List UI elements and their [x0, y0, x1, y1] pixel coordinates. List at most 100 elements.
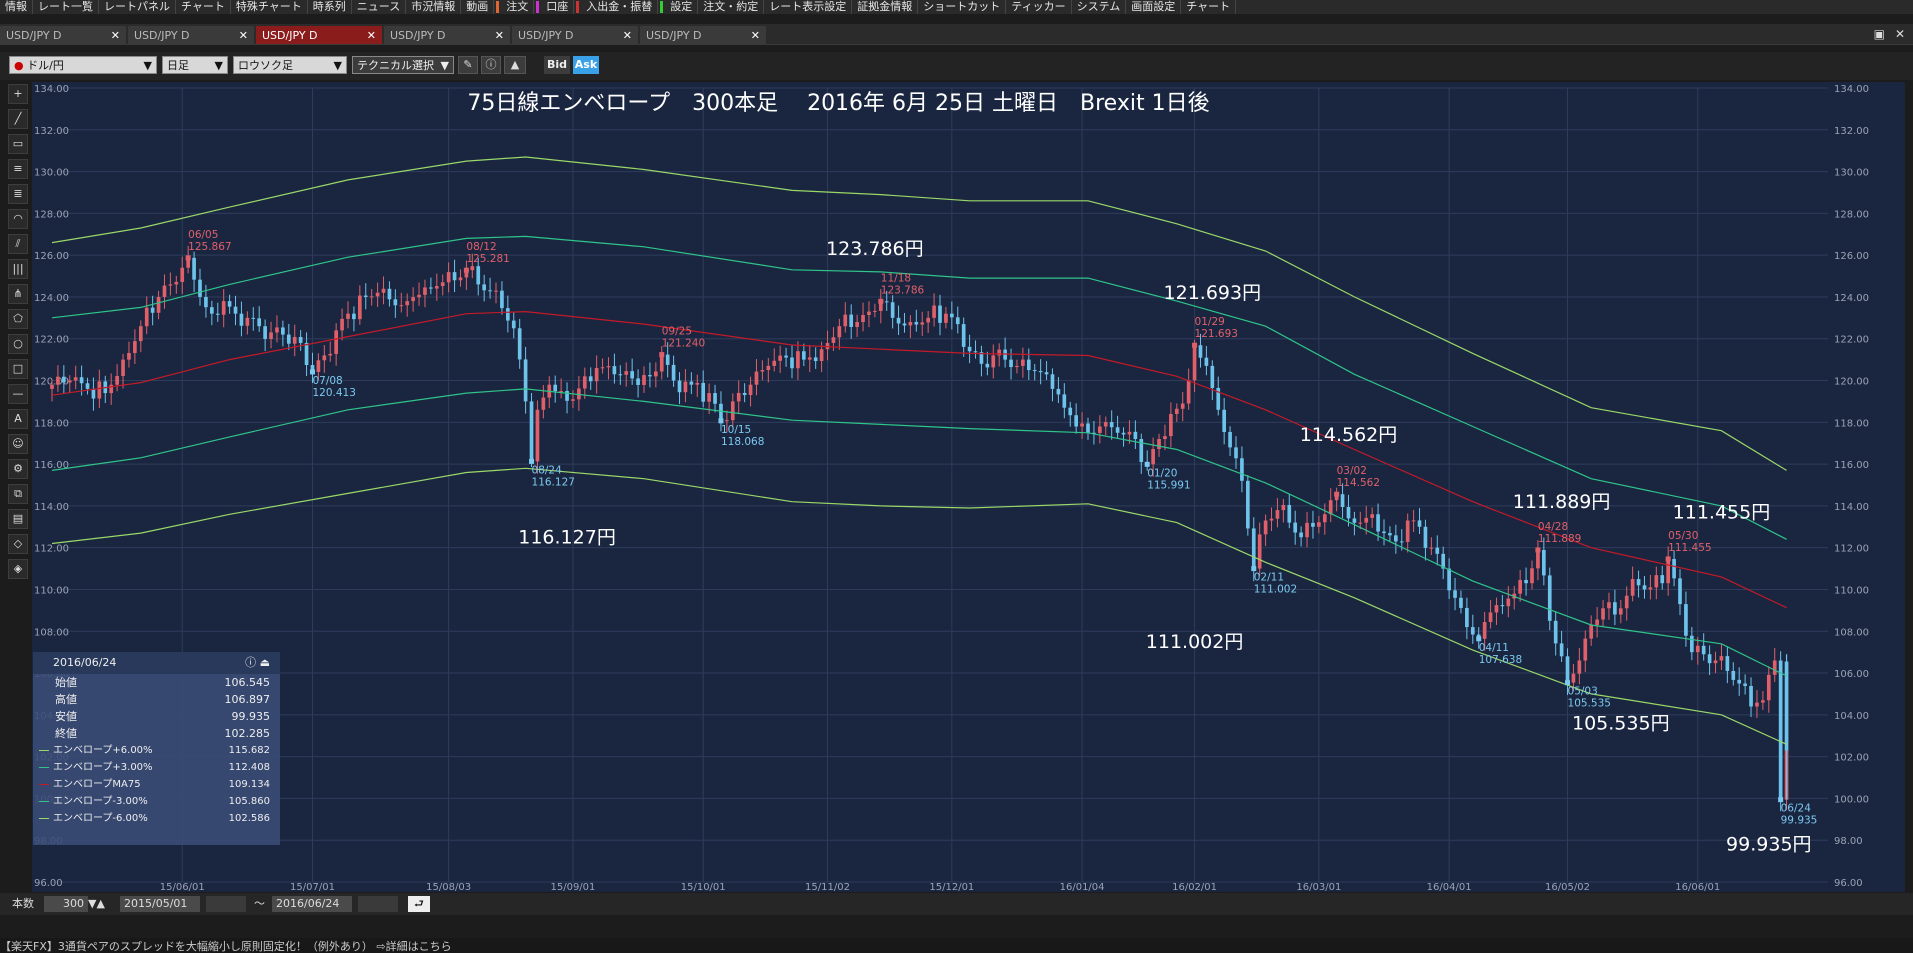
candle-body [636, 378, 640, 385]
menu-item[interactable]: 時系列 [308, 0, 352, 14]
menu-item[interactable]: 市況情報 [406, 0, 462, 14]
info-icon[interactable]: ⓘ ⏏ [245, 652, 270, 674]
y-tick-label-right: 124.00 [1834, 293, 1869, 304]
ohlc-row: 始値 106.545 [33, 674, 280, 691]
candle-body [867, 311, 871, 315]
menu-item[interactable]: ショートカット [918, 0, 1007, 14]
close-icon[interactable]: ✕ [623, 29, 632, 42]
text-icon[interactable]: A [8, 409, 28, 429]
bars-count-input[interactable]: 300 [44, 896, 88, 912]
settings-icon[interactable]: ⚙ [8, 459, 28, 479]
marker-date: 06/24 [1781, 803, 1812, 815]
restore-icon[interactable]: ▣ [1874, 27, 1885, 41]
legend-swatch [39, 784, 49, 785]
chart-tab[interactable]: USD/JPY D ✕ [0, 26, 126, 44]
to-time-input[interactable] [358, 896, 398, 912]
menu-item[interactable]: 注文 [501, 0, 535, 14]
from-date-input[interactable]: 2015/05/01 [120, 896, 200, 912]
menu-item[interactable]: 口座 [541, 0, 575, 14]
candle-body [227, 301, 232, 307]
y-tick-label-right: 118.00 [1834, 418, 1869, 429]
candle-body [399, 305, 404, 307]
y-tick-label-right: 130.00 [1834, 168, 1869, 179]
candle-body [56, 376, 60, 385]
fibonacci-icon[interactable]: ≣ [8, 184, 28, 204]
menu-item[interactable]: チャート [176, 0, 231, 14]
candle-body [1660, 575, 1665, 584]
pentagon-icon[interactable]: ⬠ [8, 309, 28, 329]
horizontal-lines-icon[interactable]: ≡ [8, 159, 28, 179]
close-icon[interactable]: ✕ [239, 29, 248, 42]
menu-item[interactable]: 特殊チャート [231, 0, 308, 14]
stepper-icon[interactable]: ▼▲ [88, 896, 105, 912]
ask-button[interactable]: Ask [573, 56, 599, 74]
menu-item[interactable]: レート一覧 [33, 0, 99, 14]
menu-item[interactable]: 画面設定 [1126, 0, 1182, 14]
circle-icon[interactable]: ○ [8, 334, 28, 354]
candle-body [1488, 612, 1493, 623]
close-icon[interactable]: ✕ [1895, 27, 1905, 41]
info-icon[interactable]: ⓘ [481, 56, 501, 74]
menu-item[interactable]: ニュース [352, 0, 407, 14]
candle-body [849, 314, 854, 327]
chart-tab[interactable]: USD/JPY D ✕ [512, 26, 638, 44]
chart-tab[interactable]: USD/JPY D ✕ [128, 26, 254, 44]
channel-icon[interactable]: ⫽ [8, 234, 28, 254]
copy-icon[interactable]: ⧉ [8, 484, 28, 504]
marker-value: 123.786 [881, 284, 925, 296]
y-tick-label-left: 126.00 [34, 251, 69, 262]
menu-item[interactable]: 注文・約定 [698, 0, 765, 14]
chart-tab[interactable]: USD/JPY D ✕ [640, 26, 766, 44]
chart-toolbar: ● ドル/円 ▼ 日足 ▼ ロウソク足 ▼ テクニカル選択 ▼ ✎ ⓘ ▲ Bi… [0, 52, 1913, 80]
menu-item[interactable]: 証拠金情報 [852, 0, 919, 14]
chart-tab[interactable]: USD/JPY D ✕ [384, 26, 510, 44]
crosshair-icon[interactable]: + [8, 84, 28, 104]
candle-body [1340, 494, 1345, 507]
pencil-icon[interactable]: ✎ [458, 56, 478, 74]
menu-item[interactable]: 入出金・振替 [581, 0, 659, 14]
trendline-icon[interactable]: ╱ [8, 109, 28, 129]
close-icon[interactable]: ✕ [367, 29, 376, 42]
period-select[interactable]: 日足 ▼ [162, 56, 228, 74]
rectangle-icon[interactable]: □ [8, 359, 28, 379]
menu-item[interactable]: 動画 [461, 0, 495, 14]
ruler-icon[interactable]: ▭ [8, 134, 28, 154]
menu-item[interactable]: レート表示設定 [764, 0, 853, 14]
eraser-icon[interactable]: ◇ [8, 534, 28, 554]
close-icon[interactable]: ✕ [495, 29, 504, 42]
area-chart-icon[interactable]: ▲ [504, 56, 526, 74]
menu-item[interactable]: チャート [1181, 0, 1237, 14]
candle-body [1737, 679, 1742, 684]
menu-item[interactable]: 情報 [0, 0, 33, 14]
smiley-icon[interactable]: ☺ [8, 434, 28, 454]
price-chart[interactable]: 134.00 134.00 132.00 132.00 130.00 130.00 128.… [32, 82, 1905, 892]
news-ticker[interactable]: 【楽天FX】3通貨ペアのスプレッドを大幅縮小し原則固定化！（例外あり） ⇨詳細は… [0, 938, 1913, 953]
from-time-input[interactable] [206, 896, 246, 912]
candle-body [1174, 408, 1179, 414]
menu-item[interactable]: ティッカー [1006, 0, 1072, 14]
currency-pair-select[interactable]: ● ドル/円 ▼ [9, 56, 157, 74]
menu-item[interactable]: システム [1072, 0, 1127, 14]
apply-icon[interactable]: ⮐ [408, 896, 430, 912]
chart-tab[interactable]: USD/JPY D ✕ [256, 26, 382, 44]
menu-item[interactable]: レートパネル [99, 0, 176, 14]
arc-icon[interactable]: ◠ [8, 209, 28, 229]
menu-item[interactable]: 設定 [665, 0, 699, 14]
layers-icon[interactable]: ▤ [8, 509, 28, 529]
candle-body [79, 377, 84, 384]
chart-style-select[interactable]: ロウソク足 ▼ [233, 56, 347, 74]
line-icon[interactable]: — [8, 384, 28, 404]
close-icon[interactable]: ✕ [751, 29, 760, 42]
candle-body [168, 284, 173, 286]
bid-button[interactable]: Bid [544, 56, 570, 74]
eraser-all-icon[interactable]: ◈ [8, 559, 28, 579]
candle-body [1210, 365, 1215, 388]
to-date-input[interactable]: 2016/06/24 [272, 896, 352, 912]
pitchfork-icon[interactable]: ⋔ [8, 284, 28, 304]
candle-body [654, 371, 658, 377]
candle-body [204, 296, 208, 308]
close-icon[interactable]: ✕ [111, 29, 120, 42]
technical-select[interactable]: テクニカル選択 ▼ [352, 56, 454, 74]
candle-body [1186, 380, 1191, 404]
vertical-lines-icon[interactable]: ||| [8, 259, 28, 279]
